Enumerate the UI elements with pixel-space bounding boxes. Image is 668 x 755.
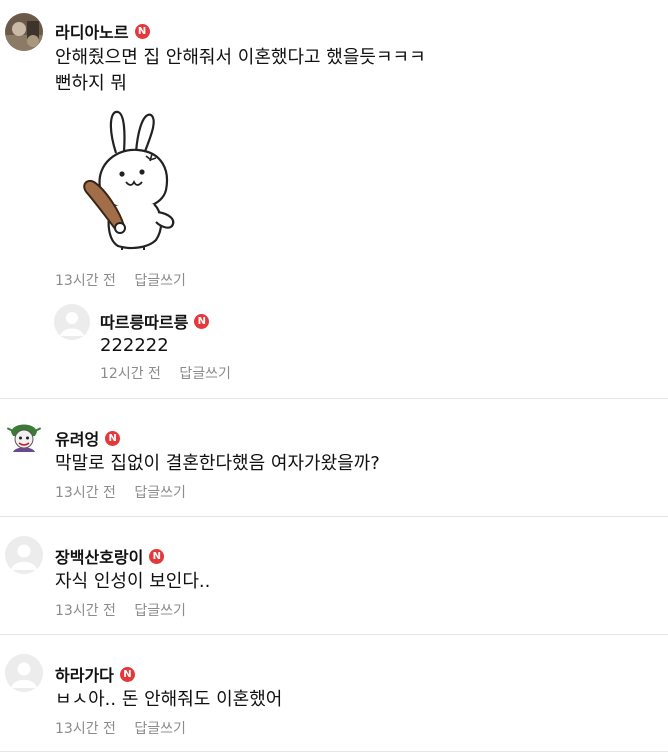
avatar[interactable]: [5, 13, 43, 51]
new-badge: N: [105, 430, 121, 446]
comment-text: ㅂㅅ아.. 돈 안해줘도 이혼했어: [55, 689, 283, 710]
comment-meta: 13시간 전 답글쓰기: [55, 482, 186, 502]
comment-time: 13시간 전: [55, 721, 116, 737]
comment-author[interactable]: 장백산호랑이 N: [55, 544, 165, 568]
avatar[interactable]: [5, 536, 43, 574]
reply-button[interactable]: 답글쓰기: [134, 603, 186, 619]
new-badge: N: [194, 313, 210, 329]
comment-time: 13시간 전: [55, 485, 116, 501]
reply-button[interactable]: 답글쓰기: [134, 721, 186, 737]
comment-meta: 13시간 전 답글쓰기: [55, 270, 186, 290]
divider: [0, 398, 668, 399]
default-avatar-icon: [54, 304, 90, 340]
reply-button[interactable]: 답글쓰기: [134, 485, 186, 501]
comment-meta: 13시간 전 답글쓰기: [55, 600, 186, 620]
reply-time: 12시간 전: [100, 366, 161, 382]
avatar[interactable]: [54, 304, 90, 340]
comment-item: 라디아노르 N 안해줬으면 집 안해줘서 이혼했다고 했을듯ㅋㅋㅋ 뻔하지 뭐 …: [0, 0, 668, 390]
comment-author[interactable]: 라디아노르 N: [55, 19, 150, 43]
reply-author[interactable]: 따르릉따르릉 N: [100, 309, 210, 333]
reply-text: 222222: [100, 335, 169, 356]
character-avatar-icon: [5, 418, 43, 456]
comment-author[interactable]: 유려엉 N: [55, 426, 121, 450]
new-badge: N: [134, 23, 150, 39]
comment-text-line: 뻔하지 뭐: [55, 73, 127, 94]
comment-time: 13시간 전: [55, 273, 116, 289]
comment-text: 자식 인성이 보인다..: [55, 571, 211, 592]
default-avatar-icon: [5, 536, 43, 574]
divider: [0, 751, 668, 752]
comment-time: 13시간 전: [55, 603, 116, 619]
comment-text: 막말로 집없이 결혼한다했음 여자가왔을까?: [55, 453, 380, 474]
reply-meta: 12시간 전 답글쓰기: [100, 363, 231, 383]
divider: [0, 634, 668, 635]
comment-meta: 13시간 전 답글쓰기: [55, 718, 186, 738]
rabbit-sticker: [83, 110, 175, 250]
new-badge: N: [119, 666, 135, 682]
comment-author[interactable]: 하라가다 N: [55, 662, 135, 686]
avatar-photo-icon: [5, 13, 43, 51]
avatar[interactable]: [5, 654, 43, 692]
divider: [0, 516, 668, 517]
reply-button[interactable]: 답글쓰기: [134, 273, 186, 289]
avatar[interactable]: [5, 418, 43, 456]
reply-button[interactable]: 답글쓰기: [179, 366, 231, 382]
default-avatar-icon: [5, 654, 43, 692]
comment-text-line: 안해줬으면 집 안해줘서 이혼했다고 했을듯ㅋㅋㅋ: [55, 47, 426, 68]
new-badge: N: [149, 548, 165, 564]
